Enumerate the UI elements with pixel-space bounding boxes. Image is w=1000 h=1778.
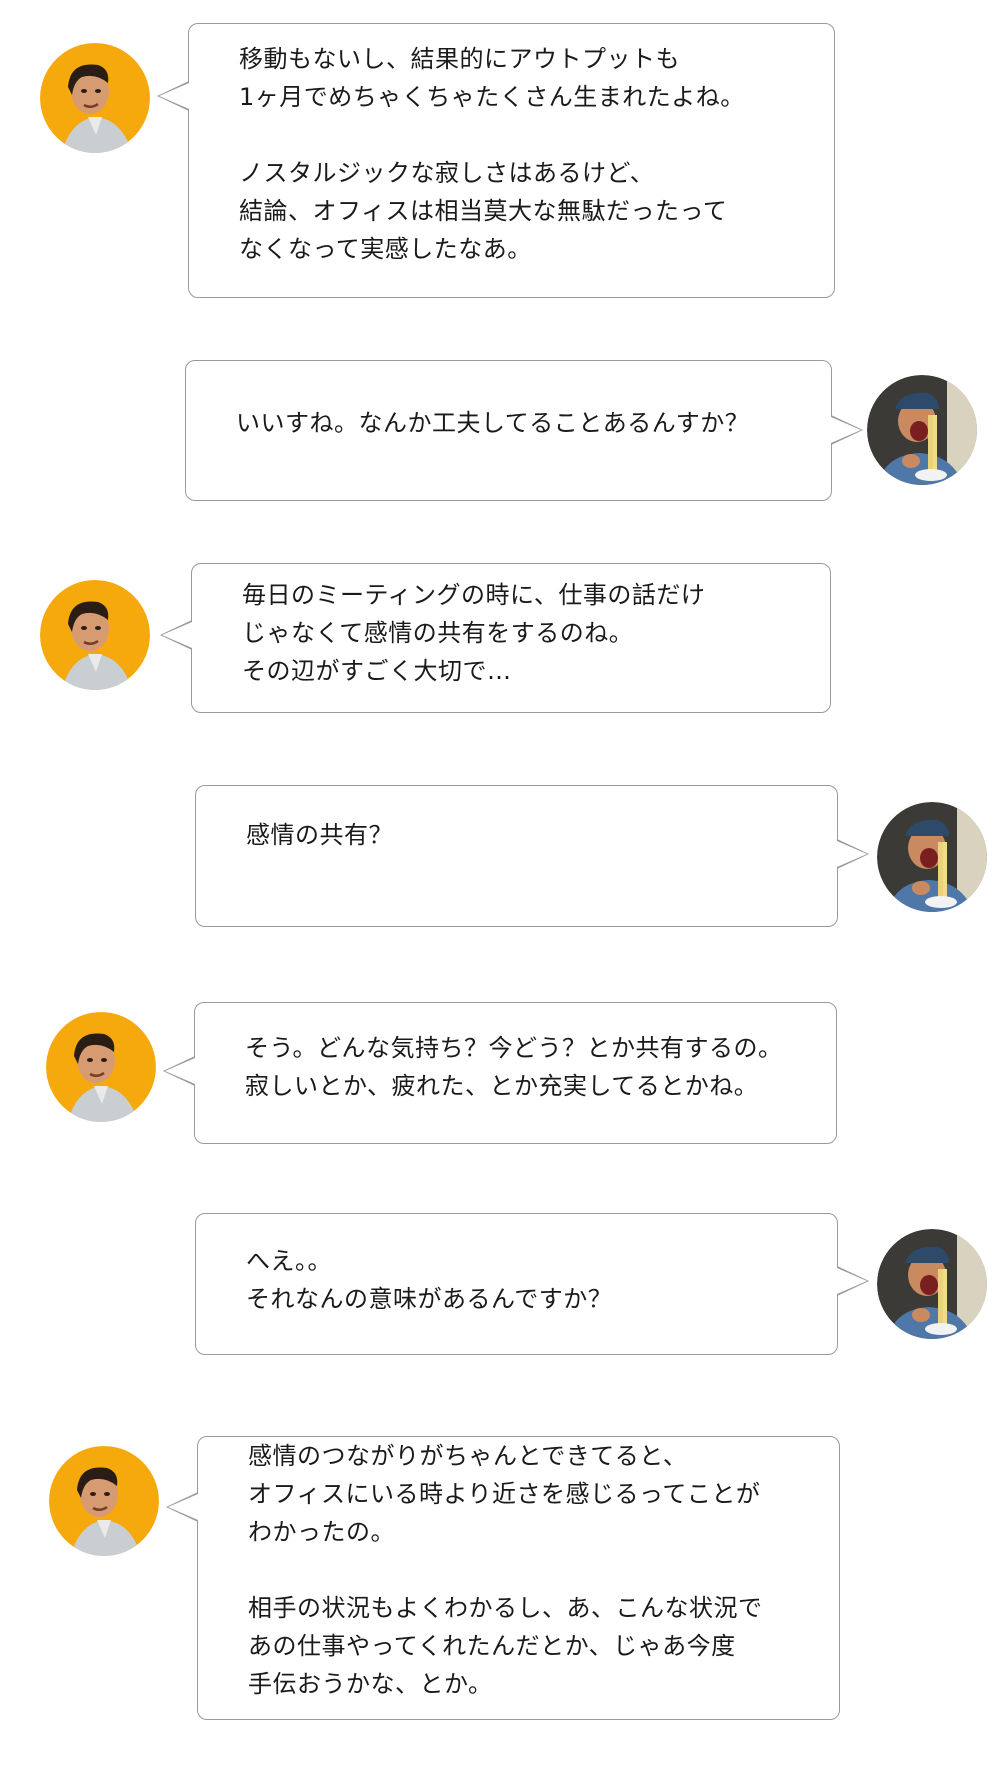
- speech-bubble-right: 感情の共有？: [195, 785, 869, 927]
- speech-bubble-left: 移動もないし、結果的にアウトプットも 1ヶ月でめちゃくちゃたくさん生まれたよね。…: [157, 23, 835, 298]
- bubble-tail: [831, 415, 863, 445]
- bubble-tail: [160, 620, 192, 650]
- bubble-tail: [837, 1266, 869, 1296]
- message-line: 手伝おうかな、とか。: [248, 1670, 493, 1698]
- speech-bubble-right: いいすね。なんか工夫してることあるんすか？: [185, 360, 863, 501]
- message-line: その辺がすごく大切で…: [242, 657, 512, 685]
- message-line: いいすね。なんか工夫してることあるんすか？: [236, 409, 750, 437]
- message-line: 結論、オフィスは相当莫大な無駄だったって: [239, 197, 728, 225]
- message-line: 寂しいとか、疲れた、とか充実してるとかね。: [245, 1072, 759, 1100]
- bubble-tail: [837, 839, 869, 869]
- message-line: 1ヶ月でめちゃくちゃたくさん生まれたよね。: [239, 83, 745, 111]
- man-orange-avatar-icon: [46, 1012, 156, 1122]
- message-line: あの仕事やってくれたんだとか、じゃあ今度: [248, 1632, 736, 1660]
- man-orange-avatar-icon: [40, 580, 150, 690]
- bubble-tail: [166, 1492, 198, 1522]
- man-eating-noodles-avatar-icon: [867, 375, 977, 485]
- message-line: 毎日のミーティングの時に、仕事の話だけ: [242, 581, 706, 609]
- message-line: オフィスにいる時より近さを感じるってことが: [248, 1480, 761, 1508]
- speech-bubble-right: へえ。。 それなんの意味があるんですか？: [195, 1213, 869, 1355]
- man-orange-avatar-icon: [49, 1446, 159, 1556]
- message-line: [239, 116, 814, 154]
- man-orange-avatar-icon: [40, 43, 150, 153]
- message-line: そう。どんな気持ち？今どう？とか共有するの。: [245, 1034, 783, 1062]
- man-eating-noodles-avatar-icon: [877, 802, 987, 912]
- message-line: 感情のつながりがちゃんとできてると、: [248, 1442, 688, 1470]
- speech-bubble-left: そう。どんな気持ち？今どう？とか共有するの。 寂しいとか、疲れた、とか充実してる…: [163, 1002, 837, 1144]
- message-line: 相手の状況もよくわかるし、あ、こんな状況で: [248, 1594, 763, 1622]
- bubble-tail: [157, 81, 189, 111]
- bubble-tail: [163, 1056, 195, 1086]
- message-line: 移動もないし、結果的にアウトプットも: [239, 45, 680, 73]
- message-line: それなんの意味があるんですか？: [246, 1285, 613, 1313]
- speech-bubble-left: 毎日のミーティングの時に、仕事の話だけ じゃなくて感情の共有をするのね。 その辺…: [160, 563, 831, 713]
- speech-bubble-left: 感情のつながりがちゃんとできてると、 オフィスにいる時より近さを感じるってことが…: [166, 1436, 840, 1720]
- message-line: 感情の共有？: [246, 821, 393, 849]
- message-line: なくなって実感したなあ。: [239, 235, 532, 263]
- message-line: へえ。。: [246, 1247, 332, 1275]
- man-eating-noodles-avatar-icon: [877, 1229, 987, 1339]
- message-line: わかったの。: [248, 1518, 395, 1546]
- message-line: [248, 1551, 819, 1589]
- message-line: じゃなくて感情の共有をするのね。: [242, 619, 634, 647]
- message-line: ノスタルジックな寂しさはあるけど、: [239, 159, 655, 187]
